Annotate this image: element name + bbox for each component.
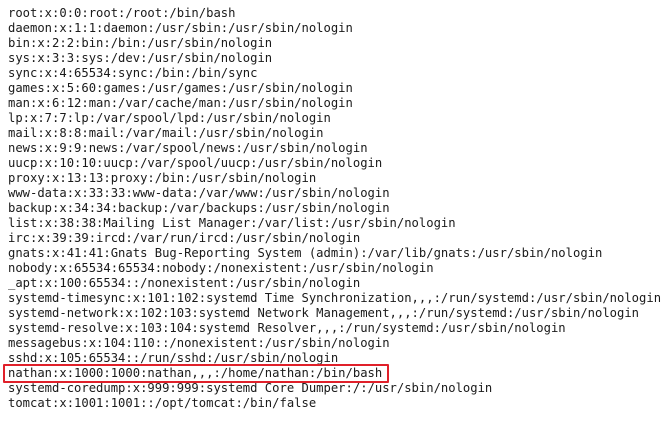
passwd-line-daemon: daemon:x:1:1:daemon:/usr/sbin:/usr/sbin/… <box>8 21 353 35</box>
passwd-line-mail: mail:x:8:8:mail:/var/mail:/usr/sbin/nolo… <box>8 126 324 140</box>
passwd-line-systemd-timesync: systemd-timesync:x:101:102:systemd Time … <box>8 291 662 305</box>
passwd-line-apt: _apt:x:100:65534::/nonexistent:/usr/sbin… <box>8 276 361 290</box>
passwd-line-systemd-resolve: systemd-resolve:x:103:104:systemd Resolv… <box>8 321 566 335</box>
passwd-line-backup: backup:x:34:34:backup:/var/backups:/usr/… <box>8 201 390 215</box>
passwd-line-nobody: nobody:x:65534:65534:nobody:/nonexistent… <box>8 261 434 275</box>
passwd-line-messagebus: messagebus:x:104:110::/nonexistent:/usr/… <box>8 336 390 350</box>
passwd-line-bin: bin:x:2:2:bin:/bin:/usr/sbin/nologin <box>8 36 273 50</box>
passwd-line-root: root:x:0:0:root:/root:/bin/bash <box>8 6 236 20</box>
passwd-line-sys: sys:x:3:3:sys:/dev:/usr/sbin/nologin <box>8 51 273 65</box>
passwd-line-list: list:x:38:38:Mailing List Manager:/var/l… <box>8 216 456 230</box>
passwd-line-systemd-coredump: systemd-coredump:x:999:999:systemd Core … <box>8 381 493 395</box>
passwd-line-uucp: uucp:x:10:10:uucp:/var/spool/uucp:/usr/s… <box>8 156 383 170</box>
highlight-box-nathan <box>3 364 389 383</box>
passwd-line-systemd-network: systemd-network:x:102:103:systemd Networ… <box>8 306 640 320</box>
passwd-line-sync: sync:x:4:65534:sync:/bin:/bin/sync <box>8 66 258 80</box>
passwd-line-gnats: gnats:x:41:41:Gnats Bug-Reporting System… <box>8 246 603 260</box>
passwd-line-tomcat: tomcat:x:1001:1001::/opt/tomcat:/bin/fal… <box>8 396 317 410</box>
passwd-line-man: man:x:6:12:man:/var/cache/man:/usr/sbin/… <box>8 96 353 110</box>
passwd-line-proxy: proxy:x:13:13:proxy:/bin:/usr/sbin/nolog… <box>8 171 317 185</box>
passwd-line-news: news:x:9:9:news:/var/spool/news:/usr/sbi… <box>8 141 368 155</box>
passwd-line-www-data: www-data:x:33:33:www-data:/var/www:/usr/… <box>8 186 390 200</box>
passwd-line-lp: lp:x:7:7:lp:/var/spool/lpd:/usr/sbin/nol… <box>8 111 331 125</box>
passwd-line-games: games:x:5:60:games:/usr/games:/usr/sbin/… <box>8 81 353 95</box>
passwd-line-irc: irc:x:39:39:ircd:/var/run/ircd:/usr/sbin… <box>8 231 361 245</box>
